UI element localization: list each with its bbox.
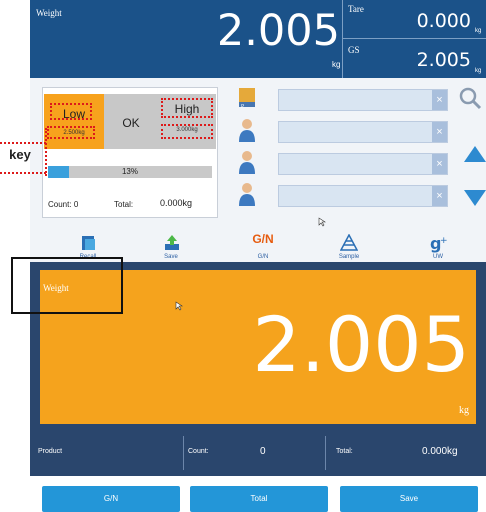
clear-field-icon[interactable]: ×: [432, 122, 447, 142]
clear-product-icon[interactable]: ×: [432, 90, 447, 110]
header-weight-label: Weight: [36, 8, 62, 18]
main-weight-unit: kg: [459, 405, 469, 416]
total-value: 0.000kg: [160, 198, 193, 208]
person-icon[interactable]: [236, 117, 258, 143]
user-field[interactable]: [278, 185, 448, 207]
header-weight-value: 2.005: [216, 6, 340, 56]
gs-label: GS: [348, 45, 360, 55]
progress-bar: 13%: [48, 166, 212, 178]
mouse-cursor-icon: [175, 298, 184, 311]
product-cell[interactable]: Product: [32, 436, 184, 470]
product-field[interactable]: [278, 89, 448, 111]
total-label: Total:: [114, 200, 134, 209]
uw-button[interactable]: g + UW: [408, 232, 468, 262]
highlight-high-value: [161, 124, 213, 139]
gn-tool-label: G/N: [257, 254, 269, 260]
tare-label: Tare: [348, 4, 364, 14]
uw-label: UW: [433, 254, 443, 260]
tare-display: Tare 0.000 kg: [342, 0, 486, 39]
key-annotation: key: [9, 147, 31, 162]
tare-unit: kg: [475, 28, 482, 34]
count-cell: Count: 0: [184, 436, 326, 470]
weight-header: Weight 2.005 kg Tare 0.000 kg GS 2.005 k…: [30, 0, 486, 78]
gs-value: 2.005: [416, 49, 471, 71]
gn-tool-icon: G/N: [252, 232, 274, 246]
gs-unit: kg: [475, 68, 482, 74]
save-icon: [165, 235, 179, 250]
sample-icon: [340, 234, 358, 251]
ok-indicator: OK: [104, 94, 158, 149]
ok-label: OK: [122, 116, 140, 130]
sample-button[interactable]: Sample: [319, 232, 379, 262]
save-tool-button[interactable]: Save: [141, 232, 201, 262]
search-icon[interactable]: [458, 86, 482, 110]
highlight-low-value: [47, 126, 95, 139]
main-weight-value: 2.005: [252, 300, 470, 389]
scroll-up-icon[interactable]: [464, 146, 486, 162]
sample-label: Sample: [338, 254, 360, 260]
gn-button[interactable]: G/N: [42, 486, 180, 512]
gs-display: GS 2.005 kg: [342, 39, 486, 78]
info-count-value: 0: [260, 446, 266, 457]
svg-text:+: +: [440, 236, 448, 246]
count-label: Count:: [48, 200, 72, 209]
highlight-high-label: [161, 98, 213, 118]
count-readout: Count: 0: [48, 200, 78, 209]
highlight-box: [11, 257, 123, 314]
tare-value: 0.000: [416, 10, 471, 32]
product-box-icon[interactable]: P: [236, 84, 258, 110]
product-label: Product: [38, 448, 63, 455]
mouse-cursor-icon: [318, 214, 328, 227]
highlight-low-label: [50, 103, 92, 120]
total-button[interactable]: Total: [190, 486, 328, 512]
info-count-label: Count:: [188, 448, 209, 455]
user-field[interactable]: [278, 153, 448, 175]
header-weight-unit: kg: [332, 60, 341, 69]
gn-tool-button[interactable]: G/N G/N: [233, 232, 293, 262]
clear-field-icon[interactable]: ×: [432, 186, 447, 206]
count-value: 0: [73, 200, 79, 209]
progress-text: 13%: [121, 167, 138, 176]
key-callout-line: [0, 142, 46, 144]
uw-icon: g+: [430, 234, 448, 253]
svg-text:P: P: [241, 104, 244, 110]
recall-icon: [82, 236, 95, 250]
person-icon[interactable]: [236, 149, 258, 175]
save-button[interactable]: Save: [340, 486, 478, 512]
info-total-label: Total:: [336, 448, 353, 455]
key-callout-line: [0, 172, 46, 174]
clear-field-icon[interactable]: ×: [432, 154, 447, 174]
save-tool-label: Save: [164, 254, 178, 260]
key-callout-line: [45, 128, 47, 176]
scroll-down-icon[interactable]: [464, 190, 486, 206]
info-total-value: 0.000kg: [422, 446, 458, 457]
total-cell: Total: 0.000kg: [326, 436, 476, 470]
user-field[interactable]: [278, 121, 448, 143]
person-icon[interactable]: [236, 181, 258, 207]
